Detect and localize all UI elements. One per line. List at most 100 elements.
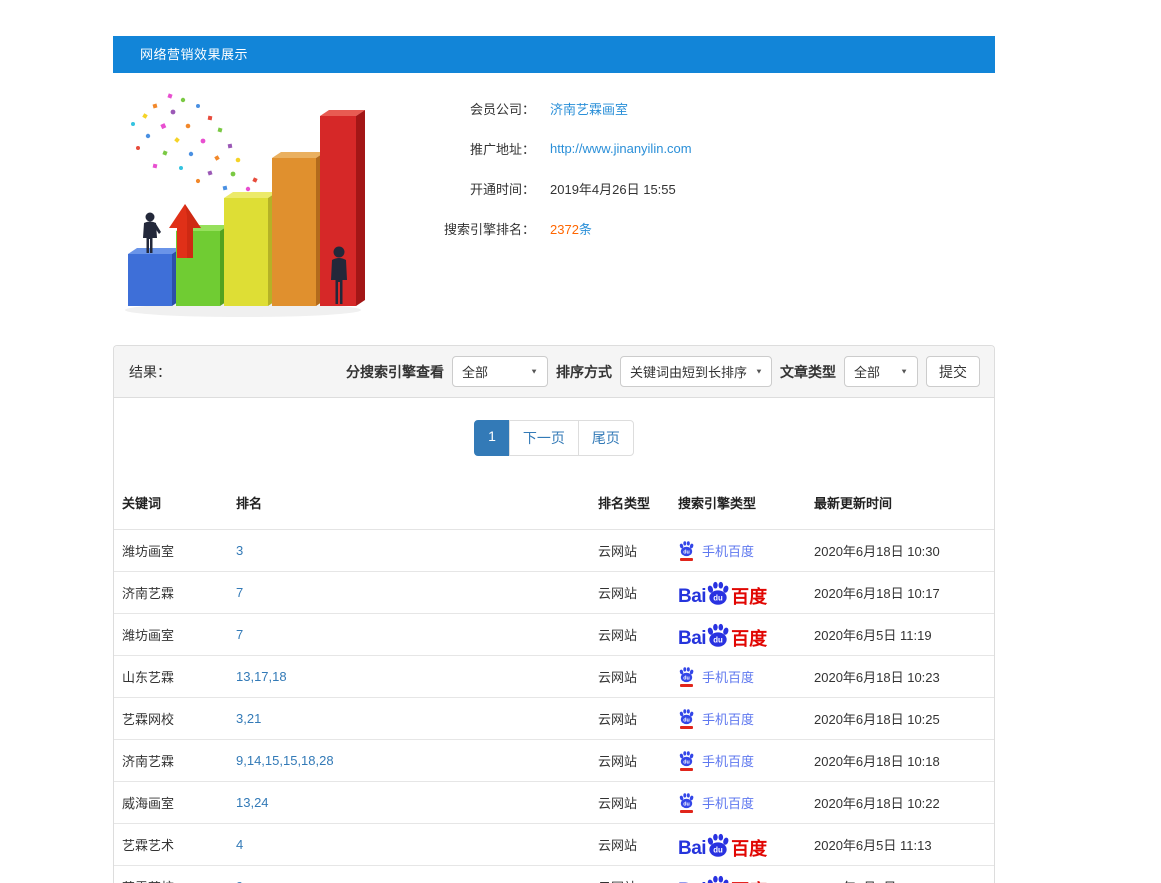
engine-cell: Bai du 百度 xyxy=(670,530,806,572)
sort-filter-label: 排序方式 xyxy=(556,362,612,382)
rank-link[interactable]: 7 xyxy=(236,627,243,642)
rank-link[interactable]: 13,17,18 xyxy=(236,669,287,684)
svg-text:du: du xyxy=(683,801,689,807)
open-time-label: 开通时间： xyxy=(387,179,535,198)
baidu-logo-cn-text: 百度 xyxy=(731,588,767,606)
rank-link[interactable]: 9 xyxy=(236,879,243,883)
mobile-baidu-label: 手机百度 xyxy=(702,667,754,686)
engine-cell: Bai du 百度 xyxy=(670,698,806,740)
rank-cell: 3,21 xyxy=(228,698,590,740)
table-row: 济南艺霖 7 云网站 Bai du 百度 xyxy=(114,572,994,614)
engine-mobile-baidu[interactable]: du 手机百度 xyxy=(678,750,754,771)
header-engine-type: 搜索引擎类型 xyxy=(670,476,806,530)
engine-filter-select[interactable]: 全部 ▼ xyxy=(452,356,548,387)
sort-filter-value: 关键词由短到长排序 xyxy=(630,362,747,381)
rank-type-cell: 云网站 xyxy=(590,866,670,883)
mobile-baidu-paw-icon: du xyxy=(678,666,695,687)
pagination-page-1[interactable]: 1 xyxy=(474,420,510,456)
chevron-down-icon: ▼ xyxy=(900,368,908,376)
engine-cell: Bai du 百度 xyxy=(670,572,806,614)
engine-baidu-logo[interactable]: Bai du 百度 xyxy=(678,580,767,606)
info-row-rank: 搜索引擎排名： 2372条 xyxy=(387,208,692,248)
company-link[interactable]: 济南艺霖画室 xyxy=(550,99,628,118)
rank-cell: 7 xyxy=(228,614,590,656)
rank-link[interactable]: 4 xyxy=(236,837,243,852)
page-title: 网络营销效果展示 xyxy=(140,47,248,62)
updated-cell: 2020年6月18日 10:30 xyxy=(806,530,994,572)
engine-cell: Bai du 百度 xyxy=(670,866,806,883)
info-row-url: 推广地址： http://www.jinanyilin.com xyxy=(387,128,692,168)
engine-baidu-logo[interactable]: Bai du 百度 xyxy=(678,622,767,648)
baidu-logo-text: Bai xyxy=(678,839,706,858)
table-row: 济南艺霖 9,14,15,15,18,28 云网站 Bai du 百度 xyxy=(114,740,994,782)
mobile-baidu-underline xyxy=(680,558,693,561)
engine-mobile-baidu[interactable]: du 手机百度 xyxy=(678,666,754,687)
engine-baidu-logo[interactable]: Bai du 百度 xyxy=(678,874,767,883)
baidu-logo-cn-text: 百度 xyxy=(731,630,767,648)
chevron-down-icon: ▼ xyxy=(755,368,763,376)
rank-cell: 3 xyxy=(228,530,590,572)
submit-button[interactable]: 提交 xyxy=(926,356,980,387)
rank-link[interactable]: 3 xyxy=(236,543,243,558)
rank-link[interactable]: 9,14,15,15,18,28 xyxy=(236,753,334,768)
engine-mobile-baidu[interactable]: du 手机百度 xyxy=(678,540,754,561)
engine-mobile-baidu[interactable]: du 手机百度 xyxy=(678,792,754,813)
confetti-dots xyxy=(131,93,268,200)
rank-cell: 13,17,18 xyxy=(228,656,590,698)
engine-baidu-logo[interactable]: Bai du 百度 xyxy=(678,832,767,858)
mobile-baidu-paw-icon: du xyxy=(678,750,695,771)
keyword-cell: 艺霖艺校 xyxy=(114,866,228,883)
table-row: 艺霖艺术 4 云网站 Bai du 百度 xyxy=(114,824,994,866)
filter-controls: 分搜索引擎查看 全部 ▼ 排序方式 关键词由短到长排序 ▼ 文章类型 全部 ▼ xyxy=(346,356,980,387)
article-type-select[interactable]: 全部 ▼ xyxy=(844,356,918,387)
updated-cell: 2020年6月5日 11:19 xyxy=(806,614,994,656)
engine-rank-value[interactable]: 2372条 xyxy=(550,219,592,238)
mobile-baidu-label: 手机百度 xyxy=(702,751,754,770)
engine-cell: Bai du 百度 xyxy=(670,824,806,866)
header-keyword: 关键词 xyxy=(114,476,228,530)
svg-text:du: du xyxy=(683,759,689,765)
promo-url-label: 推广地址： xyxy=(387,139,535,158)
rank-link[interactable]: 3,21 xyxy=(236,711,261,726)
sort-filter-select[interactable]: 关键词由短到长排序 ▼ xyxy=(620,356,772,387)
updated-cell: 2020年6月18日 10:23 xyxy=(806,656,994,698)
mobile-baidu-underline xyxy=(680,810,693,813)
header-rank-type: 排名类型 xyxy=(590,476,670,530)
engine-filter-value: 全部 xyxy=(462,362,488,381)
pagination-last[interactable]: 尾页 xyxy=(578,420,634,456)
keyword-cell: 潍坊画室 xyxy=(114,530,228,572)
baidu-paw-icon: du xyxy=(705,874,731,883)
engine-cell: Bai du 百度 xyxy=(670,656,806,698)
svg-text:du: du xyxy=(683,675,689,681)
engine-cell: Bai du 百度 xyxy=(670,614,806,656)
results-panel-heading: 结果： 分搜索引擎查看 全部 ▼ 排序方式 关键词由短到长排序 ▼ 文章类型 全… xyxy=(114,346,994,398)
info-row-opened: 开通时间： 2019年4月26日 15:55 xyxy=(387,168,692,208)
engine-mobile-baidu[interactable]: du 手机百度 xyxy=(678,708,754,729)
marketing-bar-chart-illustration xyxy=(113,86,369,324)
rank-type-cell: 云网站 xyxy=(590,824,670,866)
rank-link[interactable]: 7 xyxy=(236,585,243,600)
baidu-logo-text: Bai xyxy=(678,629,706,648)
rank-link[interactable]: 13,24 xyxy=(236,795,269,810)
rank-count: 2372 xyxy=(550,222,579,237)
keyword-cell: 威海画室 xyxy=(114,782,228,824)
mobile-baidu-paw-icon: du xyxy=(678,540,695,561)
mobile-baidu-underline xyxy=(680,684,693,687)
keyword-cell: 济南艺霖 xyxy=(114,572,228,614)
promo-url-link[interactable]: http://www.jinanyilin.com xyxy=(550,141,692,156)
updated-cell: 2020年6月5日 11:13 xyxy=(806,824,994,866)
header-rank: 排名 xyxy=(228,476,590,530)
pagination-next[interactable]: 下一页 xyxy=(509,420,579,456)
bar-yellow xyxy=(224,192,277,306)
table-row: 潍坊画室 3 云网站 Bai du 百度 xyxy=(114,530,994,572)
baidu-logo-cn-text: 百度 xyxy=(731,840,767,858)
svg-text:du: du xyxy=(683,549,689,555)
keyword-cell: 济南艺霖 xyxy=(114,740,228,782)
page-title-bar: 网络营销效果展示 xyxy=(113,36,995,73)
engine-filter-label: 分搜索引擎查看 xyxy=(346,362,444,382)
rank-type-cell: 云网站 xyxy=(590,740,670,782)
mobile-baidu-label: 手机百度 xyxy=(702,709,754,728)
result-label: 结果： xyxy=(129,362,171,382)
table-row: 山东艺霖 13,17,18 云网站 Bai du 百度 xyxy=(114,656,994,698)
info-row-company: 会员公司： 济南艺霖画室 xyxy=(387,88,692,128)
